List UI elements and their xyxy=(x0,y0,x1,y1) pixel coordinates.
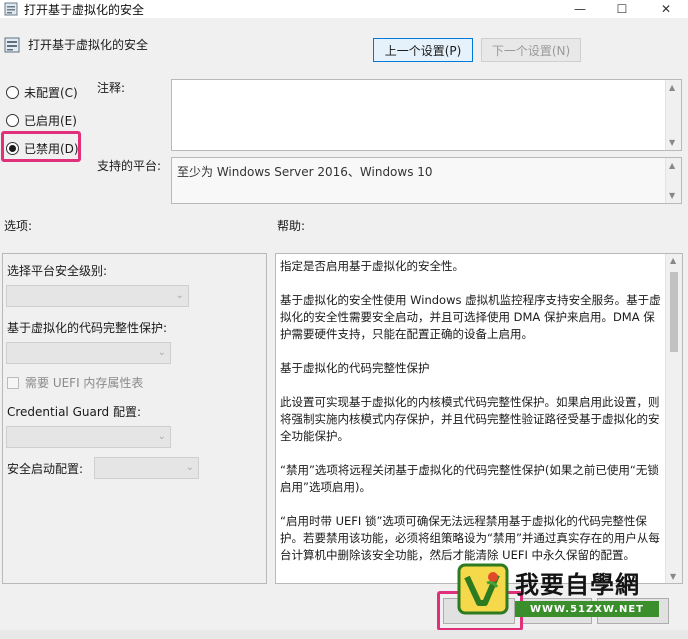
comment-textarea[interactable]: ▲ ▼ xyxy=(171,79,682,151)
watermark-logo-icon xyxy=(457,563,509,615)
scroll-up-icon[interactable]: ▲ xyxy=(670,256,676,265)
supported-platform-box: 至少为 Windows Server 2016、Windows 10 ▲ ▼ xyxy=(171,157,682,204)
setting-title: 打开基于虚拟化的安全 xyxy=(28,38,149,52)
comment-label: 注释: xyxy=(97,81,126,95)
title-bar: 打开基于虚拟化的安全 — ☐ ✕ xyxy=(0,0,688,18)
window-title: 打开基于虚拟化的安全 xyxy=(24,3,145,17)
policy-setting-icon xyxy=(4,37,20,53)
supported-platform-label: 支持的平台: xyxy=(97,159,162,173)
platform-scrollbar[interactable]: ▲ ▼ xyxy=(665,158,681,203)
help-paragraph: 指定是否启用基于虚拟化的安全性。 xyxy=(280,259,464,273)
code-integrity-dropdown[interactable]: ⌄ xyxy=(6,342,171,364)
comment-scrollbar[interactable]: ▲ ▼ xyxy=(665,80,681,150)
watermark-title: 我要自學網 xyxy=(515,571,640,599)
help-paragraph: “启用时带 UEFI 锁”选项可确保无法远程禁用基于虚拟化的代码完整性保护。若要… xyxy=(280,514,660,562)
secure-launch-dropdown[interactable]: ⌄ xyxy=(94,457,199,479)
close-icon: ✕ xyxy=(660,2,672,16)
help-scrollbar[interactable]: ▲ ▼ xyxy=(665,254,682,583)
uefi-memory-checkbox[interactable] xyxy=(7,376,19,389)
help-paragraph: 此设置可实现基于虚拟化的内核模式代码完整性保护。如果启用此设置，则将强制实施内核… xyxy=(280,395,660,443)
scroll-down-icon[interactable]: ▼ xyxy=(670,572,676,581)
scroll-up-icon[interactable]: ▲ xyxy=(669,83,675,92)
minimize-icon: — xyxy=(574,2,586,16)
watermark-url: WWW.51ZXW.NET xyxy=(515,601,659,617)
options-panel: 选择平台安全级别: ⌄ 基于虚拟化的代码完整性保护: ⌄ 需要 UEFI 内存属… xyxy=(2,253,267,584)
chevron-down-icon: ⌄ xyxy=(175,290,184,301)
uefi-memory-checkbox-row[interactable]: 需要 UEFI 内存属性表 xyxy=(7,374,143,391)
radio-enabled[interactable]: 已启用(E) xyxy=(6,112,77,129)
radio-label: 已启用(E) xyxy=(24,114,77,128)
close-button[interactable]: ✕ xyxy=(644,0,688,18)
supported-platform-value: 至少为 Windows Server 2016、Windows 10 xyxy=(177,165,433,179)
radio-not-configured[interactable]: 未配置(C) xyxy=(6,84,78,101)
minimize-button[interactable]: — xyxy=(558,0,602,18)
code-integrity-label: 基于虚拟化的代码完整性保护: xyxy=(7,321,168,335)
scroll-up-icon[interactable]: ▲ xyxy=(669,161,675,170)
scroll-thumb[interactable] xyxy=(670,272,678,352)
radio-circle[interactable] xyxy=(6,86,19,99)
credential-guard-label: Credential Guard 配置: xyxy=(7,405,142,419)
secure-launch-label: 安全启动配置: xyxy=(7,462,84,476)
help-text: 指定是否启用基于虚拟化的安全性。 基于虚拟化的安全性使用 Windows 虚拟机… xyxy=(280,258,664,581)
policy-app-icon xyxy=(4,2,18,16)
help-paragraph: “禁用”选项将远程关闭基于虚拟化的代码完整性保护(如果之前已使用“无锁启用”选项… xyxy=(280,463,659,494)
radio-label: 未配置(C) xyxy=(24,86,78,100)
scroll-down-icon[interactable]: ▼ xyxy=(669,138,675,147)
maximize-button[interactable]: ☐ xyxy=(600,0,644,18)
radio-circle[interactable] xyxy=(6,114,19,127)
help-section-label: 帮助: xyxy=(277,219,306,233)
chevron-down-icon: ⌄ xyxy=(185,462,194,473)
platform-security-level-label: 选择平台安全级别: xyxy=(7,264,108,278)
platform-security-level-dropdown[interactable]: ⌄ xyxy=(6,285,189,307)
bottom-edge xyxy=(0,630,688,639)
chevron-down-icon: ⌄ xyxy=(157,347,166,358)
credential-guard-dropdown[interactable]: ⌄ xyxy=(6,426,171,448)
options-section-label: 选项: xyxy=(4,219,33,233)
help-paragraph: 基于虚拟化的安全性使用 Windows 虚拟机监控程序支持安全服务。基于虚拟化的… xyxy=(280,293,661,341)
help-panel: 指定是否启用基于虚拟化的安全性。 基于虚拟化的安全性使用 Windows 虚拟机… xyxy=(275,253,683,584)
maximize-icon: ☐ xyxy=(616,2,628,16)
disabled-highlight-frame xyxy=(1,131,81,162)
scroll-down-icon[interactable]: ▼ xyxy=(669,191,675,200)
previous-setting-button[interactable]: 上一个设置(P) xyxy=(373,38,473,62)
help-paragraph: 基于虚拟化的代码完整性保护 xyxy=(280,361,430,375)
uefi-memory-label: 需要 UEFI 内存属性表 xyxy=(25,376,144,390)
next-setting-button[interactable]: 下一个设置(N) xyxy=(481,38,581,62)
chevron-down-icon: ⌄ xyxy=(157,431,166,442)
watermark: 我要自學網 WWW.51ZXW.NET xyxy=(457,561,663,621)
